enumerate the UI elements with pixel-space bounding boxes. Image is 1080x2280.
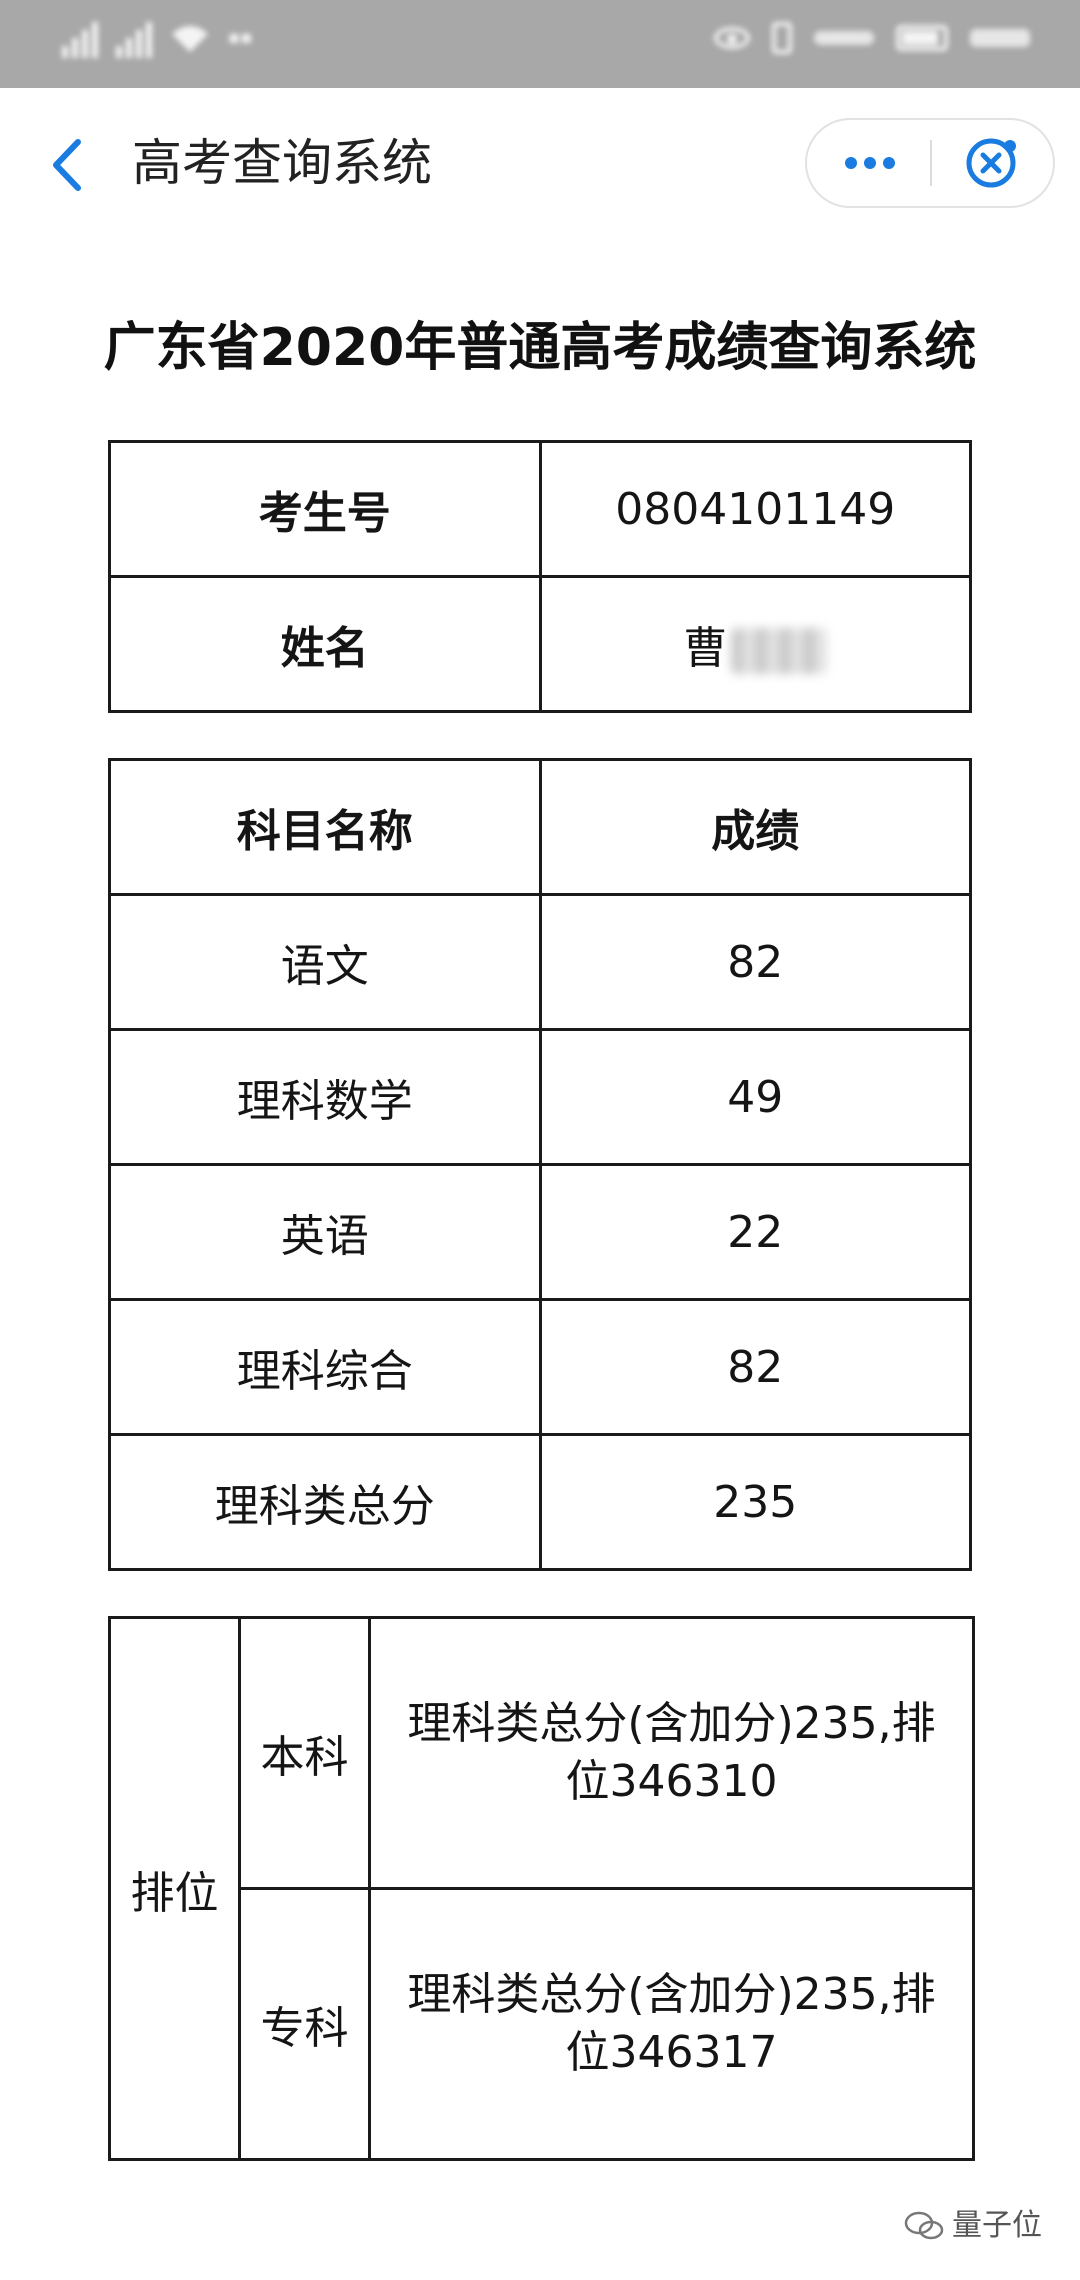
candidate-id-label: 考生号 (108, 440, 542, 578)
table-row: 理科数学 49 (108, 1028, 972, 1166)
eye-icon (714, 27, 750, 49)
more-dots-icon (845, 157, 895, 169)
table-row: 理科类总分 235 (108, 1433, 972, 1571)
wechat-icon (904, 2211, 944, 2240)
undergrad-label: 本科 (238, 1616, 371, 1890)
score-cell: 235 (538, 1433, 972, 1571)
table-row: 排位 本科 理科类总分(含加分)235,排位346310 (108, 1616, 975, 2161)
status-bar-right (714, 22, 1030, 54)
table-row: 语文 82 (108, 893, 972, 1031)
capsule-divider (930, 140, 932, 186)
table-row: 英语 22 (108, 1163, 972, 1301)
candidate-id-value: 0804101149 (538, 440, 972, 578)
candidate-name-visible: 曹 (683, 623, 728, 674)
close-circle-icon (966, 138, 1016, 188)
undergrad-rank-cell: 理科类总分(含加分)235,排位346310 (368, 1616, 975, 1890)
college-rank-text: 理科类总分(含加分)235,排位346317 (407, 1969, 936, 2078)
back-button[interactable] (40, 130, 100, 200)
wifi-icon (172, 26, 208, 52)
watermark: 量子位 (904, 2206, 1042, 2246)
subject-cell: 理科综合 (108, 1298, 542, 1436)
watermark-text: 量子位 (952, 2208, 1042, 2243)
college-rank-cell: 理科类总分(含加分)235,排位346317 (368, 1887, 975, 2161)
score-cell: 82 (538, 1298, 972, 1436)
college-label: 专科 (238, 1887, 371, 2161)
candidate-info-table: 考生号 0804101149 姓名 曹 (108, 440, 972, 713)
battery-icon (896, 25, 948, 51)
subject-cell: 语文 (108, 893, 542, 1031)
subject-header: 科目名称 (108, 758, 542, 896)
status-icons-blurred (814, 31, 874, 45)
candidate-name-cell: 曹 (538, 575, 972, 713)
more-button[interactable] (827, 132, 913, 194)
candidate-name-label: 姓名 (108, 575, 542, 713)
chevron-left-icon (53, 139, 81, 191)
close-miniprogram-button[interactable] (955, 132, 1027, 194)
subject-cell: 英语 (108, 1163, 542, 1301)
undergrad-rank-text: 理科类总分(含加分)235,排位346310 (407, 1698, 936, 1807)
ranking-label: 排位 (108, 1616, 241, 2161)
score-header: 成绩 (538, 758, 972, 896)
score-cell: 49 (538, 1028, 972, 1166)
page-heading: 广东省2020年普通高考成绩查询系统 (103, 318, 977, 378)
network-speed-icon: ▪▪ (228, 27, 253, 48)
signal-icon-2 (116, 18, 152, 58)
miniprogram-capsule (805, 118, 1055, 208)
table-row: 理科综合 82 (108, 1298, 972, 1436)
subject-cell: 理科数学 (108, 1028, 542, 1166)
clock-blurred (970, 29, 1030, 47)
score-cell: 22 (538, 1163, 972, 1301)
table-row: 姓名 曹 (108, 575, 972, 713)
nav-bar: 高考查询系统 (0, 88, 1080, 238)
vibrate-icon (772, 22, 792, 54)
scores-table: 科目名称 成绩 语文 82 理科数学 49 英语 22 理科综合 82 理科类总… (108, 758, 972, 1571)
table-row: 专科 理科类总分(含加分)235,排位346317 (110, 1887, 975, 2161)
table-header-row: 科目名称 成绩 (108, 758, 972, 896)
name-mask-blur (731, 628, 828, 674)
status-bar: ▪▪ (0, 0, 1080, 88)
table-row: 考生号 0804101149 (108, 440, 972, 578)
signal-icon (62, 18, 98, 58)
subject-cell: 理科类总分 (108, 1433, 542, 1571)
status-bar-left: ▪▪ (62, 18, 252, 58)
ranking-table: 排位 本科 理科类总分(含加分)235,排位346310 专科 理科类总分(含加… (108, 1616, 975, 2161)
nav-title: 高考查询系统 (132, 134, 432, 192)
score-cell: 82 (538, 893, 972, 1031)
